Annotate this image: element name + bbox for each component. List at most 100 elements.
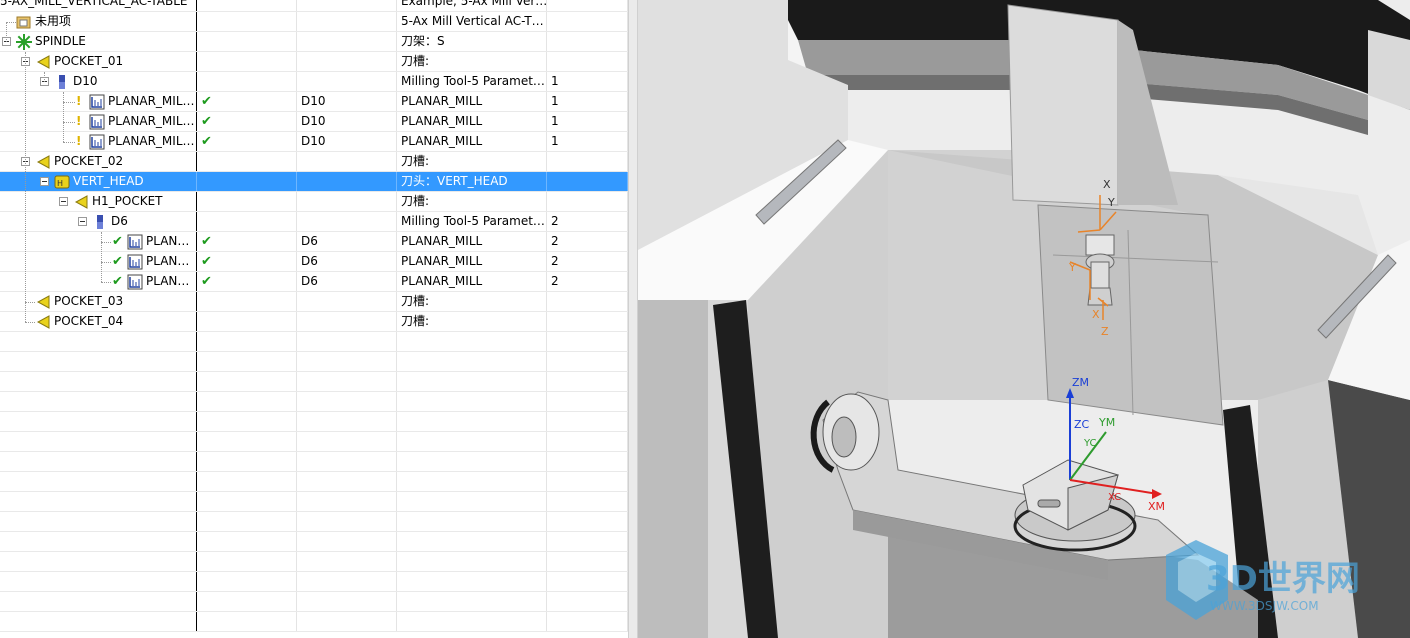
tree-connector (101, 232, 102, 282)
tree-connector (25, 322, 35, 323)
tree-row-tool-d10[interactable]: D10 Milling Tool-5 Paramet… 1 (0, 72, 628, 92)
tree-row-name: PLAN… (146, 254, 190, 268)
tree-connector (63, 92, 64, 142)
machine-model-view: X Y Y X Z ZM ZC YM YC XC XM 3D世界网 WWW.3D… (638, 0, 1410, 638)
tree-row-description: PLANAR_MILL (401, 94, 483, 108)
watermark-url: WWW.3DSJW.COM (1210, 599, 1319, 613)
tool-axis-y2-label: Y (1068, 261, 1076, 274)
tool-axis-x-label: X (1103, 178, 1111, 191)
collapse-toggle-icon[interactable] (78, 217, 87, 226)
tree-row-tool: D6 (301, 274, 318, 288)
tree-row-operation[interactable]: ! PLANAR_MIL… ✔ D10 PLANAR_MILL 1 (0, 112, 628, 132)
collapse-toggle-icon[interactable] (40, 177, 49, 186)
collapse-toggle-icon[interactable] (59, 197, 68, 206)
tree-row-pocket-number: 1 (551, 114, 559, 128)
tree-row-pocket-number: 2 (551, 254, 559, 268)
tree-connector (63, 122, 75, 123)
empty-row (0, 552, 628, 572)
tree-row-tool: D6 (301, 234, 318, 248)
complete-check-icon: ✔ (112, 234, 123, 249)
head-icon: H (54, 175, 70, 189)
empty-row (0, 572, 628, 592)
empty-row (0, 432, 628, 452)
tree-connector (25, 52, 26, 322)
tree-row-operation[interactable]: ! PLANAR_MIL… ✔ D10 PLANAR_MILL 1 (0, 92, 628, 112)
mill-tool-icon (59, 75, 65, 89)
tree-row-pocket-number: 2 (551, 274, 559, 288)
tree-row-operation[interactable]: ✔ PLAN… ✔ D6 PLANAR_MILL 2 (0, 232, 628, 252)
empty-row (0, 512, 628, 532)
tree-row-tool: D10 (301, 94, 326, 108)
planar-mill-icon (127, 254, 143, 270)
tree-row-pocket-02[interactable]: POCKET_02 刀槽: (0, 152, 628, 172)
tree-row-description: Example, 5-Ax Mill Ver… (401, 0, 547, 8)
planar-mill-icon (89, 114, 105, 130)
tree-row-spindle[interactable]: SPINDLE 刀架：S (0, 32, 628, 52)
status-check-icon: ✔ (201, 234, 212, 249)
tree-row-pocket-04[interactable]: POCKET_04 刀槽: (0, 312, 628, 332)
tree-row-vert-head[interactable]: H VERT_HEAD 刀头：VERT_HEAD (0, 172, 628, 192)
tree-row-description: PLANAR_MILL (401, 254, 483, 268)
wcs-zc-label: ZC (1074, 418, 1090, 431)
watermark-text: 3D世界网 (1206, 559, 1360, 599)
pane-splitter[interactable] (628, 0, 638, 638)
tree-row-description: 5-Ax Mill Vertical AC-T… (401, 14, 544, 28)
graphics-viewport[interactable]: X Y Y X Z ZM ZC YM YC XC XM 3D世界网 WWW.3D… (638, 0, 1410, 638)
tree-row-description: 刀头：VERT_HEAD (401, 174, 508, 188)
tree-row-description: PLANAR_MILL (401, 274, 483, 288)
tree-row-name: POCKET_02 (54, 154, 124, 168)
tree-row-description: 刀槽: (401, 314, 430, 328)
tool-axis-z-label: Z (1101, 325, 1109, 338)
tree-row-pocket-number: 2 (551, 214, 559, 228)
pocket-icon (36, 55, 50, 69)
pocket-icon (36, 155, 50, 169)
pocket-icon (36, 315, 50, 329)
tree-row-operation[interactable]: ✔ PLAN… ✔ D6 PLANAR_MILL 2 (0, 252, 628, 272)
tree-row-name: PLANAR_MIL… (108, 94, 195, 108)
pocket-icon (74, 195, 88, 209)
tree-row-name: PLAN… (146, 234, 190, 248)
tree-row-description: 刀槽: (401, 294, 430, 308)
status-check-icon: ✔ (201, 134, 212, 149)
empty-row (0, 472, 628, 492)
tree-row-description: PLANAR_MILL (401, 234, 483, 248)
tree-row-name: VERT_HEAD (73, 174, 144, 188)
tree-row-tool-d6[interactable]: D6 Milling Tool-5 Paramet… 2 (0, 212, 628, 232)
warning-icon: ! (76, 114, 82, 128)
tree-row-unused-items[interactable]: 未用项 5-Ax Mill Vertical AC-T… (0, 12, 628, 32)
status-check-icon: ✔ (201, 254, 212, 269)
wcs-xc-label: XC (1108, 492, 1121, 503)
tree-row-description: 刀槽: (401, 194, 430, 208)
empty-row (0, 532, 628, 552)
tree-connector (101, 262, 111, 263)
planar-mill-icon (127, 234, 143, 250)
tree-row-tool: D6 (301, 254, 318, 268)
tree-connector (25, 302, 35, 303)
tree-row-h1-pocket[interactable]: H1_POCKET 刀槽: (0, 192, 628, 212)
tree-row-name: PLANAR_MIL… (108, 134, 195, 148)
planar-mill-icon (127, 274, 143, 290)
planar-mill-icon (89, 94, 105, 110)
tree-row-operation[interactable]: ✔ PLAN… ✔ D6 PLANAR_MILL 2 (0, 272, 628, 292)
tree-row-pocket-03[interactable]: POCKET_03 刀槽: (0, 292, 628, 312)
tree-row-name: POCKET_04 (54, 314, 124, 328)
tree-connector (101, 282, 111, 283)
tree-row-description: PLANAR_MILL (401, 134, 483, 148)
tree-row-name: POCKET_01 (54, 54, 124, 68)
wcs-zm-label: ZM (1072, 376, 1089, 389)
tree-row-root[interactable]: 5-AX_MILL_VERTICAL_AC-TABLE Example, 5-A… (0, 0, 628, 12)
tree-row-name: 5-AX_MILL_VERTICAL_AC-TABLE (0, 0, 188, 8)
empty-row (0, 332, 628, 352)
tree-row-tool: D10 (301, 114, 326, 128)
tree-row-pocket-01[interactable]: POCKET_01 刀槽: (0, 52, 628, 72)
empty-row (0, 392, 628, 412)
tree-row-pocket-number: 2 (551, 234, 559, 248)
mill-tool-icon (97, 215, 103, 229)
tree-row-name: H1_POCKET (92, 194, 163, 208)
tree-row-name: PLANAR_MIL… (108, 114, 195, 128)
tree-row-operation[interactable]: ! PLANAR_MIL… ✔ D10 PLANAR_MILL 1 (0, 132, 628, 152)
tree-row-description: Milling Tool-5 Paramet… (401, 74, 545, 88)
tree-row-name: D6 (111, 214, 128, 228)
tree-row-name: POCKET_03 (54, 294, 124, 308)
tree-row-pocket-number: 1 (551, 134, 559, 148)
